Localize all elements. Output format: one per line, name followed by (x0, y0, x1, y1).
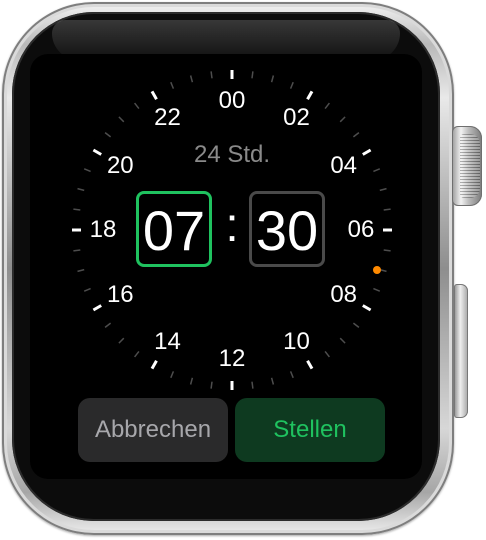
dial-number: 14 (154, 327, 181, 355)
dial-minor-tick (189, 377, 194, 385)
dial-minor-tick (73, 208, 81, 211)
dial-minor-tick (73, 249, 81, 252)
dial-number: 16 (106, 280, 134, 308)
dial-minor-tick (373, 287, 381, 292)
dial-minor-tick (383, 249, 391, 252)
dial-minor-tick (170, 371, 175, 379)
dial-minor-tick (289, 81, 294, 89)
set-button[interactable]: Stellen (235, 398, 385, 462)
dial-minor-tick (383, 208, 391, 211)
dial-minor-tick (77, 268, 85, 273)
dial-major-tick (306, 360, 314, 370)
cancel-button[interactable]: Abbrechen (78, 398, 228, 462)
hours-field[interactable]: 07 (136, 191, 212, 267)
dial-minor-tick (77, 187, 85, 192)
dial-number: 04 (330, 151, 358, 179)
dial-minor-tick (210, 381, 213, 389)
dial-major-tick (150, 90, 158, 100)
dial-minor-tick (289, 371, 294, 379)
dial-number: 12 (218, 345, 246, 372)
minutes-field[interactable]: 30 (249, 191, 325, 267)
dial-number: 10 (283, 327, 310, 355)
time-separator: : (225, 199, 239, 252)
dial-minor-tick (104, 132, 112, 138)
dial-minor-tick (118, 337, 125, 344)
dial-minor-tick (189, 75, 194, 83)
dial-minor-tick (379, 187, 387, 192)
dial-minor-tick (339, 337, 346, 344)
dial-major-tick (150, 360, 158, 370)
dial-minor-tick (251, 71, 254, 79)
dial-minor-tick (210, 71, 213, 79)
dial-minor-tick (118, 116, 125, 123)
dial-number: 02 (283, 104, 310, 132)
dial-minor-tick (352, 132, 360, 138)
dial-minor-tick (134, 350, 140, 358)
dial-number: 06 (347, 216, 375, 243)
dial-minor-tick (170, 81, 175, 89)
dial-minor-tick (270, 377, 275, 385)
dial-number: 20 (106, 151, 134, 179)
dial-minor-tick (339, 116, 346, 123)
crown-indicator-dot (373, 266, 381, 274)
dial-number: 22 (154, 104, 181, 132)
dial-minor-tick (83, 168, 91, 173)
dial-minor-tick (270, 75, 275, 83)
dial-minor-tick (324, 350, 330, 358)
time-format-label: 24 Std. (193, 141, 271, 168)
dial-minor-tick (83, 287, 91, 292)
dial-number: 18 (89, 216, 117, 243)
dial-minor-tick (373, 168, 381, 173)
dial-major-tick (306, 90, 314, 100)
dial-number: 08 (330, 280, 358, 308)
dial-minor-tick (134, 102, 140, 110)
dial-minor-tick (352, 322, 360, 328)
dial-minor-tick (251, 381, 254, 389)
dial-number: 00 (218, 87, 246, 114)
dial-minor-tick (324, 102, 330, 110)
dial-minor-tick (104, 322, 112, 328)
